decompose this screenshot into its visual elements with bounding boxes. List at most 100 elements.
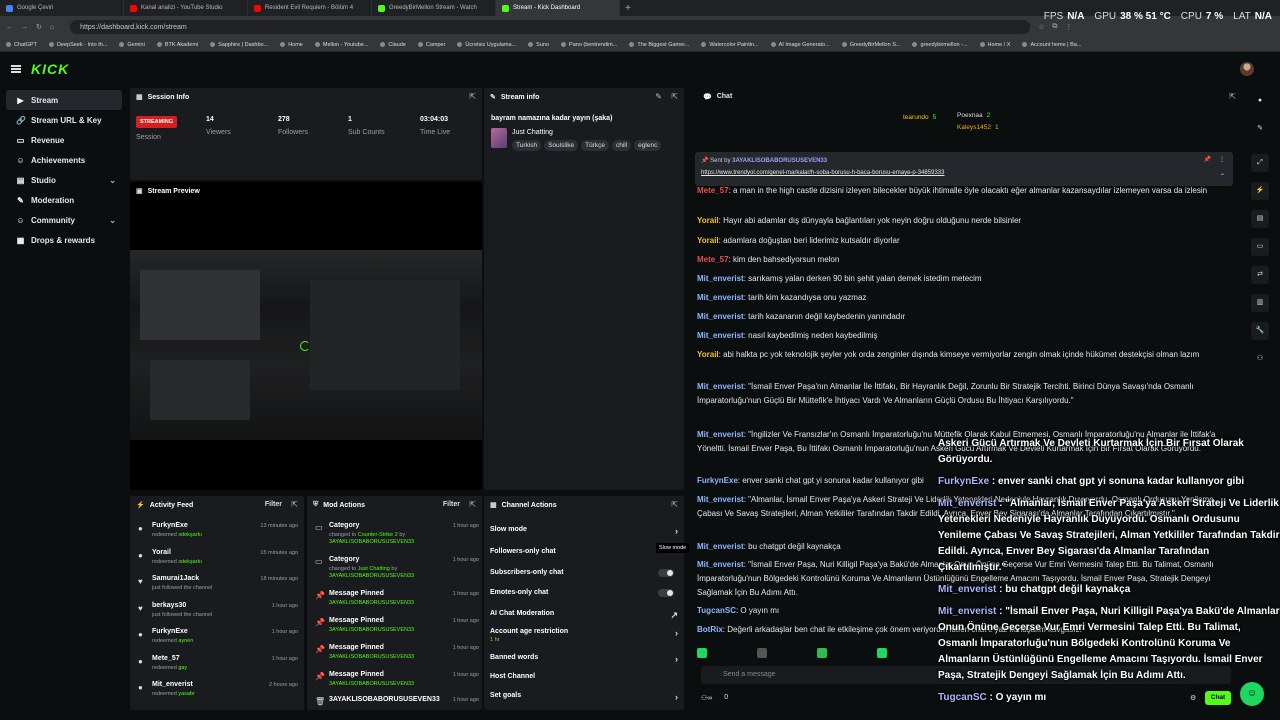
chevron-right-icon[interactable]: › xyxy=(675,692,678,702)
bookmark-item[interactable]: GreedyBirMellon S... xyxy=(842,42,901,48)
chat-username[interactable]: TugcanSC xyxy=(697,606,736,615)
channel-action-host-channel[interactable]: Host Channel xyxy=(490,673,680,680)
mod-filter-button[interactable]: Filter xyxy=(443,501,460,508)
chat-username[interactable]: Mit_enverist xyxy=(697,293,744,302)
mod-action-item[interactable]: 📌 Message Pinned 3AYAKLISOBABORUSUSEVEN33 1… xyxy=(313,590,479,614)
toggle-switch[interactable] xyxy=(658,589,674,597)
chat-username[interactable]: Mete_57 xyxy=(697,255,729,264)
pinned-message[interactable]: 📌 Sent by 3AYAKLISOBABORUSUSEVEN33 https… xyxy=(695,152,1233,186)
home-icon[interactable]: ⌂ xyxy=(50,24,54,31)
channel-action-subscribers-only-chat[interactable]: Subscribers-only chat xyxy=(490,569,680,577)
popout-icon[interactable]: ⇱ xyxy=(671,500,678,509)
expand-icon[interactable]: ⤢ xyxy=(1251,154,1269,172)
bookmark-item[interactable]: Mellon - Youtube... xyxy=(315,42,369,48)
mod-action-item[interactable]: 📌 Message Pinned 3AYAKLISOBABORUSUSEVEN33 1… xyxy=(313,617,479,641)
bookmark-item[interactable]: Gemini xyxy=(119,42,144,48)
chevron-right-icon[interactable]: › xyxy=(675,526,678,536)
bookmark-item[interactable]: Home / X xyxy=(980,42,1011,48)
chevron-right-icon[interactable]: › xyxy=(675,628,678,638)
browser-tab[interactable]: Kanal analizi - YouTube Studio xyxy=(124,0,248,16)
stream-tag[interactable]: eglenc xyxy=(634,140,662,151)
more-icon[interactable]: ⋮ xyxy=(1219,156,1225,163)
sidebar-item-community[interactable]: ☺ Community ⌄ xyxy=(6,210,122,230)
chat-username[interactable]: Mit_enverist xyxy=(697,382,744,391)
chat-username[interactable]: Mit_enverist xyxy=(697,430,744,439)
activity-item[interactable]: ● FurkynExe redeemed ıstekşarkı 13 minutes … xyxy=(138,522,298,548)
chat-bubble-icon[interactable]: ▭ xyxy=(1251,238,1269,256)
assistant-fab-icon[interactable]: ☺ xyxy=(1240,682,1264,706)
channel-action-banned-words[interactable]: Banned words › xyxy=(490,654,680,664)
sidebar-item-achievements[interactable]: ☺ Achievements xyxy=(6,150,122,170)
popout-icon[interactable]: ⇱ xyxy=(671,92,678,101)
browser-tab[interactable]: Google Çeviri xyxy=(0,0,124,16)
sidebar-item-revenue[interactable]: ▭ Revenue xyxy=(6,130,122,150)
bookmark-item[interactable]: Pano (bentrendim... xyxy=(561,42,617,48)
chat-username[interactable]: Mit_enverist xyxy=(697,542,744,551)
pin-icon[interactable]: 📌 xyxy=(1204,156,1211,163)
chevron-right-icon[interactable]: › xyxy=(675,654,678,664)
chat-username[interactable]: BotRix xyxy=(697,625,723,634)
bookmark-item[interactable]: Account home | Ba... xyxy=(1022,42,1081,48)
url-field[interactable]: https://dashboard.kick.com/stream xyxy=(70,20,1031,34)
stream-tag[interactable]: Soulslike xyxy=(544,140,579,151)
stream-preview-video[interactable] xyxy=(130,198,482,490)
bookmark-item[interactable]: greedybirmellon -... xyxy=(912,42,967,48)
bookmark-item[interactable]: Claude xyxy=(380,42,405,48)
chat-username[interactable]: Mit_enverist xyxy=(697,312,744,321)
chat-username[interactable]: Yorail xyxy=(697,236,719,245)
stream-tag[interactable]: chill xyxy=(611,140,632,151)
bookmark-item[interactable]: Ücretsiz Uygulama... xyxy=(457,42,516,48)
emote-icon[interactable] xyxy=(757,648,767,658)
sidebar-item-studio[interactable]: ▤ Studio ⌄ xyxy=(6,170,122,190)
chat-username[interactable]: Yorail xyxy=(697,350,719,359)
activity-filter-button[interactable]: Filter xyxy=(265,501,282,508)
chat-username[interactable]: Mete_57 xyxy=(697,186,729,195)
channel-action-emotes-only-chat[interactable]: Emotes-only chat xyxy=(490,589,680,597)
link-icon[interactable]: ⇄ xyxy=(1251,266,1269,284)
sidebar-item-moderation[interactable]: ✎ Moderation xyxy=(6,190,122,210)
channel-action-account-age-restriction[interactable]: Account age restriction 1 hr › xyxy=(490,628,680,643)
chat-username[interactable]: Mit_enverist xyxy=(697,560,744,569)
emote-icon[interactable] xyxy=(697,648,707,658)
chevron-down-icon[interactable]: ⌄ xyxy=(109,176,116,185)
users-icon[interactable]: ⚇∞ xyxy=(701,694,712,702)
stream-tag[interactable]: Turkish xyxy=(512,140,542,151)
reload-icon[interactable]: ↻ xyxy=(36,23,42,31)
bookmark-item[interactable]: The Biggest Gamer... xyxy=(629,42,689,48)
activity-item[interactable]: ● Mit_enverist redeemed yasabr 2 hours ago xyxy=(138,681,298,707)
sidebar-item-stream[interactable]: ▶ Stream xyxy=(6,90,122,110)
mod-action-item[interactable]: 📌 Message Pinned 3AYAKLISOBABORUSUSEVEN33 1… xyxy=(313,671,479,695)
database-icon[interactable]: ▥ xyxy=(1251,294,1269,312)
bookmark-item[interactable]: Suno xyxy=(528,42,549,48)
bookmark-item[interactable]: ChatGPT xyxy=(6,42,37,48)
forward-icon[interactable]: → xyxy=(21,24,28,31)
toggle-switch[interactable] xyxy=(658,569,674,577)
browser-tab[interactable]: Resident Evil Requiem - Bölüm 4 xyxy=(248,0,372,16)
chevron-down-icon[interactable]: ⌄ xyxy=(1220,170,1225,177)
channel-action-followers-only-chat[interactable]: Followers-only chat xyxy=(490,548,680,555)
popout-icon[interactable]: ⇱ xyxy=(469,500,476,509)
bookmark-item[interactable]: Watercolor Paintin... xyxy=(701,42,758,48)
emote-icon[interactable] xyxy=(817,648,827,658)
users-icon[interactable]: ⚇ xyxy=(1251,350,1269,368)
mod-action-item[interactable]: ▭ Category changed to Counter-Strike 2 by … xyxy=(313,522,479,546)
chat-username[interactable]: Mit_enverist xyxy=(697,331,744,340)
lightning-icon[interactable]: ⚡ xyxy=(1251,182,1269,200)
activity-item[interactable]: ♥ berkays30 just followed the channel 1 hou… xyxy=(138,602,298,628)
pinned-link[interactable]: https://www.trendyol.com/genel-markalar/… xyxy=(701,170,944,176)
info-icon[interactable]: ● xyxy=(1251,92,1269,110)
edit-icon[interactable]: ✎ xyxy=(1251,120,1269,138)
user-avatar[interactable] xyxy=(1240,62,1254,76)
emote-icon[interactable] xyxy=(877,648,887,658)
mod-action-item[interactable]: ▭ Category changed to Just Chatting by 3AY… xyxy=(313,556,479,580)
channel-action-slow-mode[interactable]: Slow mode › xyxy=(490,526,680,536)
new-tab-button[interactable]: + xyxy=(620,3,636,14)
popout-icon[interactable]: ⇱ xyxy=(291,500,298,509)
channel-action-set-goals[interactable]: Set goals › xyxy=(490,692,680,702)
activity-item[interactable]: ♥ Samurai1Jack just followed the channel 18… xyxy=(138,575,298,601)
bookmark-item[interactable]: Camper xyxy=(418,42,446,48)
activity-item[interactable]: ● FurkynExe redeemed aynen 1 hour ago xyxy=(138,628,298,654)
chat-username[interactable]: FurkynExe xyxy=(697,476,738,485)
chat-username[interactable]: Mit_enverist xyxy=(697,495,744,504)
bookmark-item[interactable]: Sapphire | Dashbo... xyxy=(210,42,268,48)
